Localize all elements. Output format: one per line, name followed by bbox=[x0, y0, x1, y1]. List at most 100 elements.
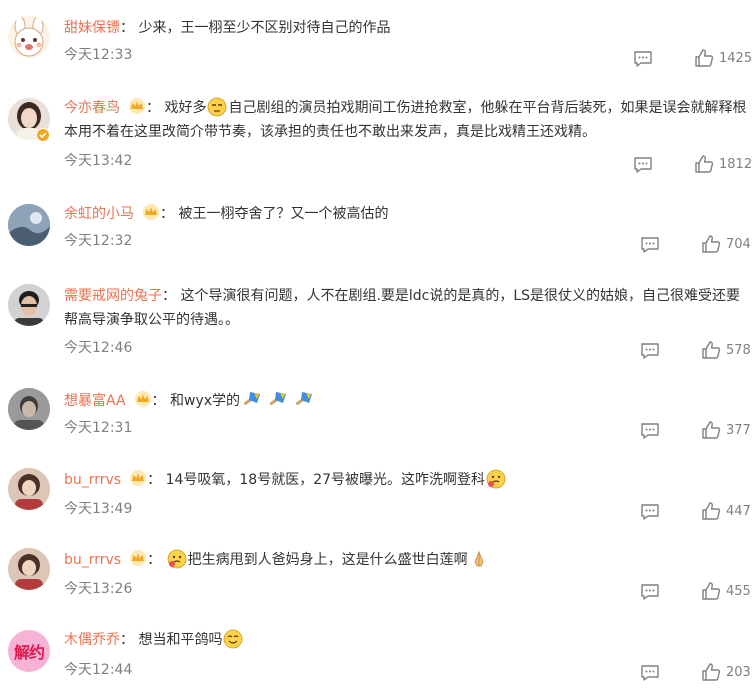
comment-time: 今天12:46 bbox=[64, 340, 133, 356]
username-link[interactable]: 甜妹保镖 bbox=[64, 20, 120, 36]
reply-icon[interactable] bbox=[640, 342, 660, 360]
like-icon[interactable] bbox=[701, 581, 721, 601]
comment-text-line: 甜妹保镖： 少来，王一栩至少不区别对待自己的作品 bbox=[64, 16, 749, 40]
colon-separator: ： bbox=[120, 632, 139, 648]
reply-icon[interactable] bbox=[640, 664, 660, 682]
comment-time: 今天12:44 bbox=[64, 662, 133, 678]
reply-icon[interactable] bbox=[640, 503, 660, 521]
colon-separator: ： bbox=[147, 552, 166, 568]
avatar-photo bbox=[8, 548, 50, 590]
comment-text: 被王一栩夺舍了？又一个被高估的 bbox=[178, 206, 389, 222]
like-icon[interactable] bbox=[701, 420, 721, 440]
comment-time: 今天13:26 bbox=[64, 581, 133, 597]
reply-icon[interactable] bbox=[633, 50, 653, 68]
smile-emoji-icon bbox=[224, 629, 243, 649]
avatar[interactable] bbox=[8, 204, 50, 246]
avatar[interactable] bbox=[8, 468, 50, 510]
avatar[interactable] bbox=[8, 16, 50, 58]
comment-text-line: 需要戒网的兔子： 这个导演很有问题，人不在剧组.要是ldc说的是真的，LS是很仗… bbox=[64, 284, 749, 332]
popsicle-emoji-icon bbox=[243, 392, 261, 405]
crown-badge-icon bbox=[130, 550, 147, 566]
popsicle-emoji-icon bbox=[269, 392, 287, 405]
comment-text: 把生病甩到人爸妈身上，这是什么盛世白莲啊 bbox=[187, 552, 468, 568]
like-count: 578 bbox=[726, 343, 751, 358]
verified-badge-icon bbox=[36, 128, 50, 142]
comment-time: 今天12:33 bbox=[64, 47, 133, 63]
like-count: 447 bbox=[726, 504, 751, 519]
avatar[interactable] bbox=[8, 284, 50, 326]
praying-hands-emoji-icon bbox=[474, 550, 484, 567]
colon-separator: ： bbox=[162, 288, 181, 304]
reply-icon[interactable] bbox=[633, 156, 653, 174]
like-icon[interactable] bbox=[694, 48, 714, 68]
avatar[interactable] bbox=[8, 388, 50, 430]
comment-item: bu_rrrvs ： 把生病甩到人爸妈身上，这是什么盛世白莲啊 今天13:26 4… bbox=[0, 536, 753, 612]
comment-item: 余虹的小马 ： 被王一栩夺舍了？又一个被高估的 今天12:32 704 bbox=[0, 190, 753, 266]
comment-text: 14号吸氧，18号就医，27号被曝光。这咋洗啊登科 bbox=[165, 472, 486, 488]
crown-badge-icon bbox=[143, 204, 159, 220]
like-count: 704 bbox=[726, 237, 751, 252]
comment-item: 想暴富AA ： 和wyx学的 今天12:31 377 bbox=[0, 376, 753, 450]
comment-time: 今天13:42 bbox=[64, 153, 133, 169]
avatar-photo bbox=[8, 388, 50, 430]
username-link[interactable]: 余虹的小马 bbox=[64, 206, 134, 222]
comment-text: 少来，王一栩至少不区别对待自己的作品 bbox=[138, 20, 391, 36]
reply-icon[interactable] bbox=[640, 422, 660, 440]
like-icon[interactable] bbox=[701, 501, 721, 521]
colon-separator: ： bbox=[120, 20, 139, 36]
username-link[interactable]: bu_rrrvs bbox=[64, 552, 121, 568]
username-link[interactable]: 想暴富AA bbox=[64, 393, 126, 409]
like-icon[interactable] bbox=[701, 234, 721, 254]
comment-item: 今亦春鸟： 戏好多 自己剧组的演员拍戏期间工伤进抢救室，他躲在平台背后装死，如果是… bbox=[0, 84, 753, 174]
username-link[interactable]: 今亦春鸟 bbox=[64, 100, 120, 116]
colon-separator: ： bbox=[146, 100, 165, 116]
comment-text-line: 木偶乔乔： 想当和平鸽吗 bbox=[64, 628, 749, 652]
avatar-cartoon bbox=[8, 16, 50, 58]
colon-separator: ： bbox=[147, 472, 166, 488]
crown-badge-icon bbox=[129, 98, 145, 114]
avatar-photo bbox=[8, 284, 50, 326]
comment-text: 戏好多 bbox=[164, 100, 207, 116]
comment-item: 需要戒网的兔子： 这个导演很有问题，人不在剧组.要是ldc说的是真的，LS是很仗… bbox=[0, 272, 753, 366]
comment-time: 今天13:49 bbox=[64, 501, 133, 517]
like-icon[interactable] bbox=[701, 340, 721, 360]
thinking-emoji-icon bbox=[486, 469, 506, 489]
emoji-icon bbox=[208, 97, 227, 117]
like-icon[interactable] bbox=[701, 662, 721, 682]
avatar[interactable] bbox=[8, 548, 50, 590]
crown-badge-icon bbox=[130, 470, 147, 486]
reply-icon[interactable] bbox=[640, 583, 660, 601]
comment-text: 和wyx学的 bbox=[170, 393, 241, 409]
comment-text-line: 余虹的小马 ： 被王一栩夺舍了？又一个被高估的 bbox=[64, 202, 749, 226]
username-link[interactable]: 需要戒网的兔子 bbox=[64, 288, 162, 304]
like-count: 1812 bbox=[719, 157, 753, 172]
like-count: 203 bbox=[726, 665, 751, 680]
like-count: 455 bbox=[726, 584, 751, 599]
like-icon[interactable] bbox=[694, 154, 714, 174]
comment-text-line: bu_rrrvs ： 把生病甩到人爸妈身上，这是什么盛世白莲啊 bbox=[64, 548, 749, 572]
avatar[interactable]: 解约 bbox=[8, 630, 50, 672]
avatar-photo bbox=[8, 468, 50, 510]
colon-separator: ： bbox=[151, 393, 170, 409]
like-count: 377 bbox=[726, 423, 751, 438]
avatar-label: 解约 bbox=[13, 643, 45, 662]
reply-icon[interactable] bbox=[640, 236, 660, 254]
comment-item: 解约 木偶乔乔： 想当和平鸽吗 今天12:44 203 bbox=[0, 616, 753, 692]
thinking-emoji-icon bbox=[167, 549, 186, 569]
avatar-photo bbox=[8, 204, 50, 246]
comment-time: 今天12:32 bbox=[64, 233, 133, 249]
colon-separator: ： bbox=[160, 206, 179, 222]
comment-text-line: 想暴富AA ： 和wyx学的 bbox=[64, 388, 749, 413]
comment-item: bu_rrrvs ： 14号吸氧，18号就医，27号被曝光。这咋洗啊登科 今天13… bbox=[0, 456, 753, 532]
username-link[interactable]: 木偶乔乔 bbox=[64, 632, 120, 648]
comment-list: 甜妹保镖： 少来，王一栩至少不区别对待自己的作品 今天12:33 1425 今亦… bbox=[0, 0, 753, 692]
crown-badge-icon bbox=[134, 391, 151, 407]
popsicle-emoji-icon bbox=[295, 392, 313, 405]
comment-text: 想当和平鸽吗 bbox=[138, 632, 223, 648]
username-link[interactable]: bu_rrrvs bbox=[64, 472, 121, 488]
comment-time: 今天12:31 bbox=[64, 420, 133, 436]
comment-item: 甜妹保镖： 少来，王一栩至少不区别对待自己的作品 今天12:33 1425 bbox=[0, 0, 753, 80]
like-count: 1425 bbox=[719, 51, 753, 66]
comment-text-line: 今亦春鸟： 戏好多 自己剧组的演员拍戏期间工伤进抢救室，他躲在平台背后装死，如果是… bbox=[64, 96, 749, 144]
comment-text-line: bu_rrrvs ： 14号吸氧，18号就医，27号被曝光。这咋洗啊登科 bbox=[64, 468, 749, 492]
